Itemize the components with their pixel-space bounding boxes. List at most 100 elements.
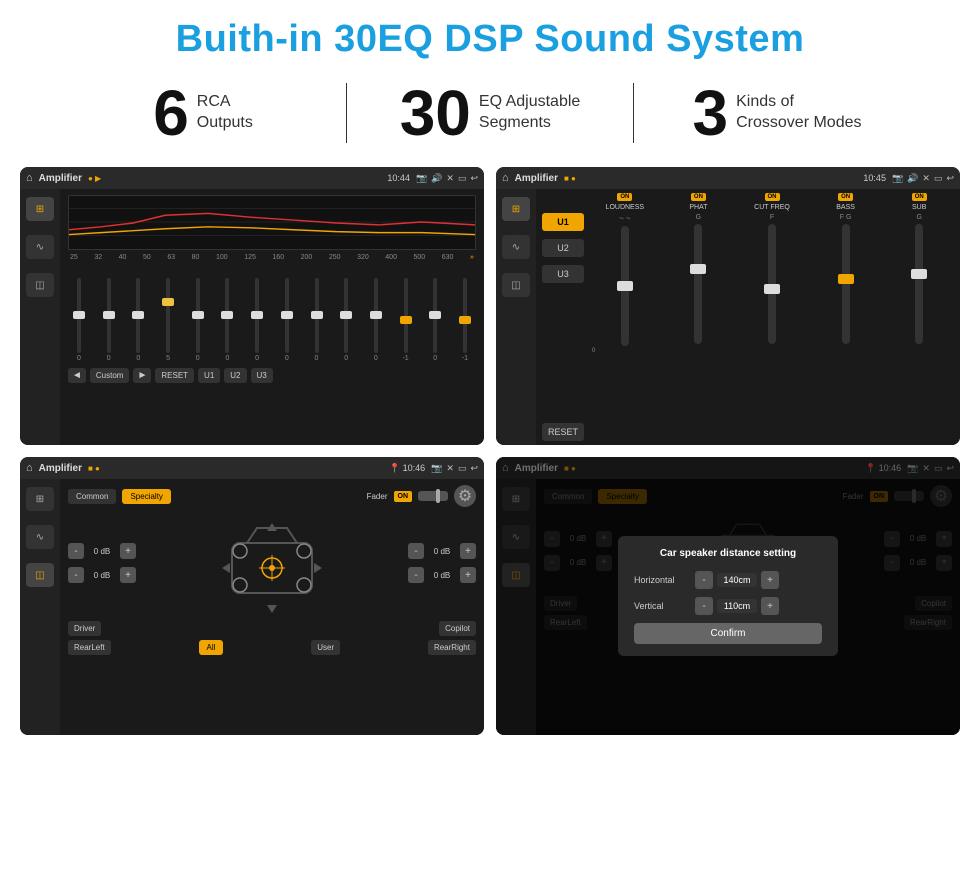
eq-slider-6[interactable]: 0	[248, 278, 266, 362]
reset-btn-amp[interactable]: RESET	[542, 423, 584, 441]
minimize-icon-2: ▭	[934, 173, 943, 184]
vol-plus-tl[interactable]: +	[120, 543, 136, 559]
driver-btn[interactable]: Driver	[68, 621, 101, 636]
on-badge-cutfreq: ON	[765, 193, 780, 201]
camera-icon-3: 📷	[431, 463, 442, 474]
specialty-mode-btn[interactable]: Specialty	[122, 489, 170, 504]
preset-u2[interactable]: U2	[542, 239, 584, 257]
freq-400: 400	[385, 254, 397, 261]
screen-eq: ⌂ Amplifier ● ▶ 10:44 📷 🔊 ✕ ▭ ↩ ⊞ ∿ ◫	[20, 167, 484, 445]
screen-amp-time: 10:45	[863, 173, 886, 183]
eq-slider-4[interactable]: 0	[189, 278, 207, 362]
sidebar-vol-btn-3[interactable]: ◫	[26, 563, 54, 587]
sidebar-vol-btn[interactable]: ◫	[26, 273, 54, 297]
rear-right-btn[interactable]: RearRight	[428, 640, 476, 655]
cutfreq-slider[interactable]	[768, 224, 776, 344]
eq-freq-labels: 25 32 40 50 63 80 100 125 160 200 250 32…	[68, 254, 476, 261]
preset-u1[interactable]: U1	[542, 213, 584, 231]
u2-button[interactable]: U2	[224, 368, 246, 383]
eq-slider-10[interactable]: 0	[367, 278, 385, 362]
eq-slider-11[interactable]: -1	[397, 278, 415, 362]
fader-slider[interactable]	[418, 491, 448, 501]
u1-button[interactable]: U1	[198, 368, 220, 383]
vol-minus-tl[interactable]: -	[68, 543, 84, 559]
vol-minus-bl[interactable]: -	[68, 567, 84, 583]
stat-rca: 6 RCAOutputs	[60, 81, 346, 145]
back-icon-2[interactable]: ↩	[946, 173, 954, 184]
settings-icon[interactable]: ⚙	[454, 485, 476, 507]
screen-amp-title: Amplifier	[515, 173, 558, 184]
on-badge-sub: ON	[912, 193, 927, 201]
horizontal-plus-btn[interactable]: +	[761, 571, 779, 589]
screen-amp-topbar: ⌂ Amplifier ■ ● 10:45 📷 🔊 ✕ ▭ ↩	[496, 167, 960, 189]
horizontal-row: Horizontal - 140cm +	[634, 571, 822, 589]
eq-slider-12[interactable]: 0	[426, 278, 444, 362]
freq-63: 63	[167, 254, 175, 261]
confirm-button[interactable]: Confirm	[634, 623, 822, 644]
u3-button[interactable]: U3	[251, 368, 273, 383]
sidebar-wave-btn[interactable]: ∿	[26, 235, 54, 259]
eq-slider-2[interactable]: 0	[129, 278, 147, 362]
stats-row: 6 RCAOutputs 30 EQ AdjustableSegments 3 …	[0, 71, 980, 159]
eq-slider-5[interactable]: 0	[218, 278, 236, 362]
screen-amp: ⌂ Amplifier ■ ● 10:45 📷 🔊 ✕ ▭ ↩ ⊞ ∿ ◫	[496, 167, 960, 445]
knob-cutfreq: ON CUT FREQ F	[737, 193, 807, 441]
horizontal-minus-btn[interactable]: -	[695, 571, 713, 589]
all-btn[interactable]: All	[199, 640, 224, 655]
copilot-btn[interactable]: Copilot	[439, 621, 476, 636]
bass-slider[interactable]	[842, 224, 850, 344]
eq-slider-9[interactable]: 0	[337, 278, 355, 362]
page-title: Buith-in 30EQ DSP Sound System	[0, 0, 980, 71]
freq-320: 320	[357, 254, 369, 261]
screen-eq-topbar: ⌂ Amplifier ● ▶ 10:44 📷 🔊 ✕ ▭ ↩	[20, 167, 484, 189]
sidebar-eq-btn-3[interactable]: ⊞	[26, 487, 54, 511]
vol-plus-tr[interactable]: +	[460, 543, 476, 559]
sidebar-eq-btn-2[interactable]: ⊞	[502, 197, 530, 221]
close-icon: ✕	[446, 173, 454, 184]
eq-slider-8[interactable]: 0	[308, 278, 326, 362]
knob-bass: ON BASS F G	[811, 193, 881, 441]
on-badge-phat: ON	[691, 193, 706, 201]
home-icon[interactable]: ⌂	[26, 172, 33, 184]
fader-on-toggle[interactable]: ON	[394, 491, 413, 502]
phat-slider[interactable]	[694, 224, 702, 344]
vertical-plus-btn[interactable]: +	[761, 597, 779, 615]
vol-minus-tr[interactable]: -	[408, 543, 424, 559]
loudness-label: LOUDNESS	[606, 204, 645, 211]
common-mode-btn[interactable]: Common	[68, 489, 116, 504]
sidebar-vol-btn-2[interactable]: ◫	[502, 273, 530, 297]
back-icon[interactable]: ↩	[470, 173, 478, 184]
back-icon-3[interactable]: ↩	[470, 463, 478, 474]
home-icon-3[interactable]: ⌂	[26, 462, 33, 474]
sidebar-wave-btn-2[interactable]: ∿	[502, 235, 530, 259]
eq-slider-13[interactable]: -1	[456, 278, 474, 362]
horizontal-value: 140cm	[717, 573, 757, 587]
eq-slider-3[interactable]: 5	[159, 278, 177, 362]
sub-slider[interactable]	[915, 224, 923, 344]
custom-button[interactable]: Custom	[90, 368, 130, 383]
more-icon[interactable]: »	[470, 254, 474, 261]
freq-200: 200	[301, 254, 313, 261]
prev-button[interactable]: ◄	[68, 368, 86, 383]
sidebar-wave-btn-3[interactable]: ∿	[26, 525, 54, 549]
user-btn[interactable]: User	[311, 640, 340, 655]
rear-left-btn[interactable]: RearLeft	[68, 640, 111, 655]
eq-slider-1[interactable]: 0	[100, 278, 118, 362]
loudness-slider[interactable]	[621, 226, 629, 346]
vol-plus-bl[interactable]: +	[120, 567, 136, 583]
eq-slider-7[interactable]: 0	[278, 278, 296, 362]
home-icon-2[interactable]: ⌂	[502, 172, 509, 184]
eq-slider-0[interactable]: 0	[70, 278, 88, 362]
next-button[interactable]: ►	[133, 368, 151, 383]
preset-u3[interactable]: U3	[542, 265, 584, 283]
freq-125: 125	[244, 254, 256, 261]
vertical-label: Vertical	[634, 601, 689, 611]
freq-100: 100	[216, 254, 228, 261]
reset-button[interactable]: RESET	[155, 368, 194, 383]
vol-plus-br[interactable]: +	[460, 567, 476, 583]
vertical-minus-btn[interactable]: -	[695, 597, 713, 615]
sidebar-eq-btn[interactable]: ⊞	[26, 197, 54, 221]
phat-label: PHAT	[689, 204, 707, 211]
screen-amp-body: ⊞ ∿ ◫ U1 U2 U3 RESET ON	[496, 189, 960, 445]
vol-minus-br[interactable]: -	[408, 567, 424, 583]
